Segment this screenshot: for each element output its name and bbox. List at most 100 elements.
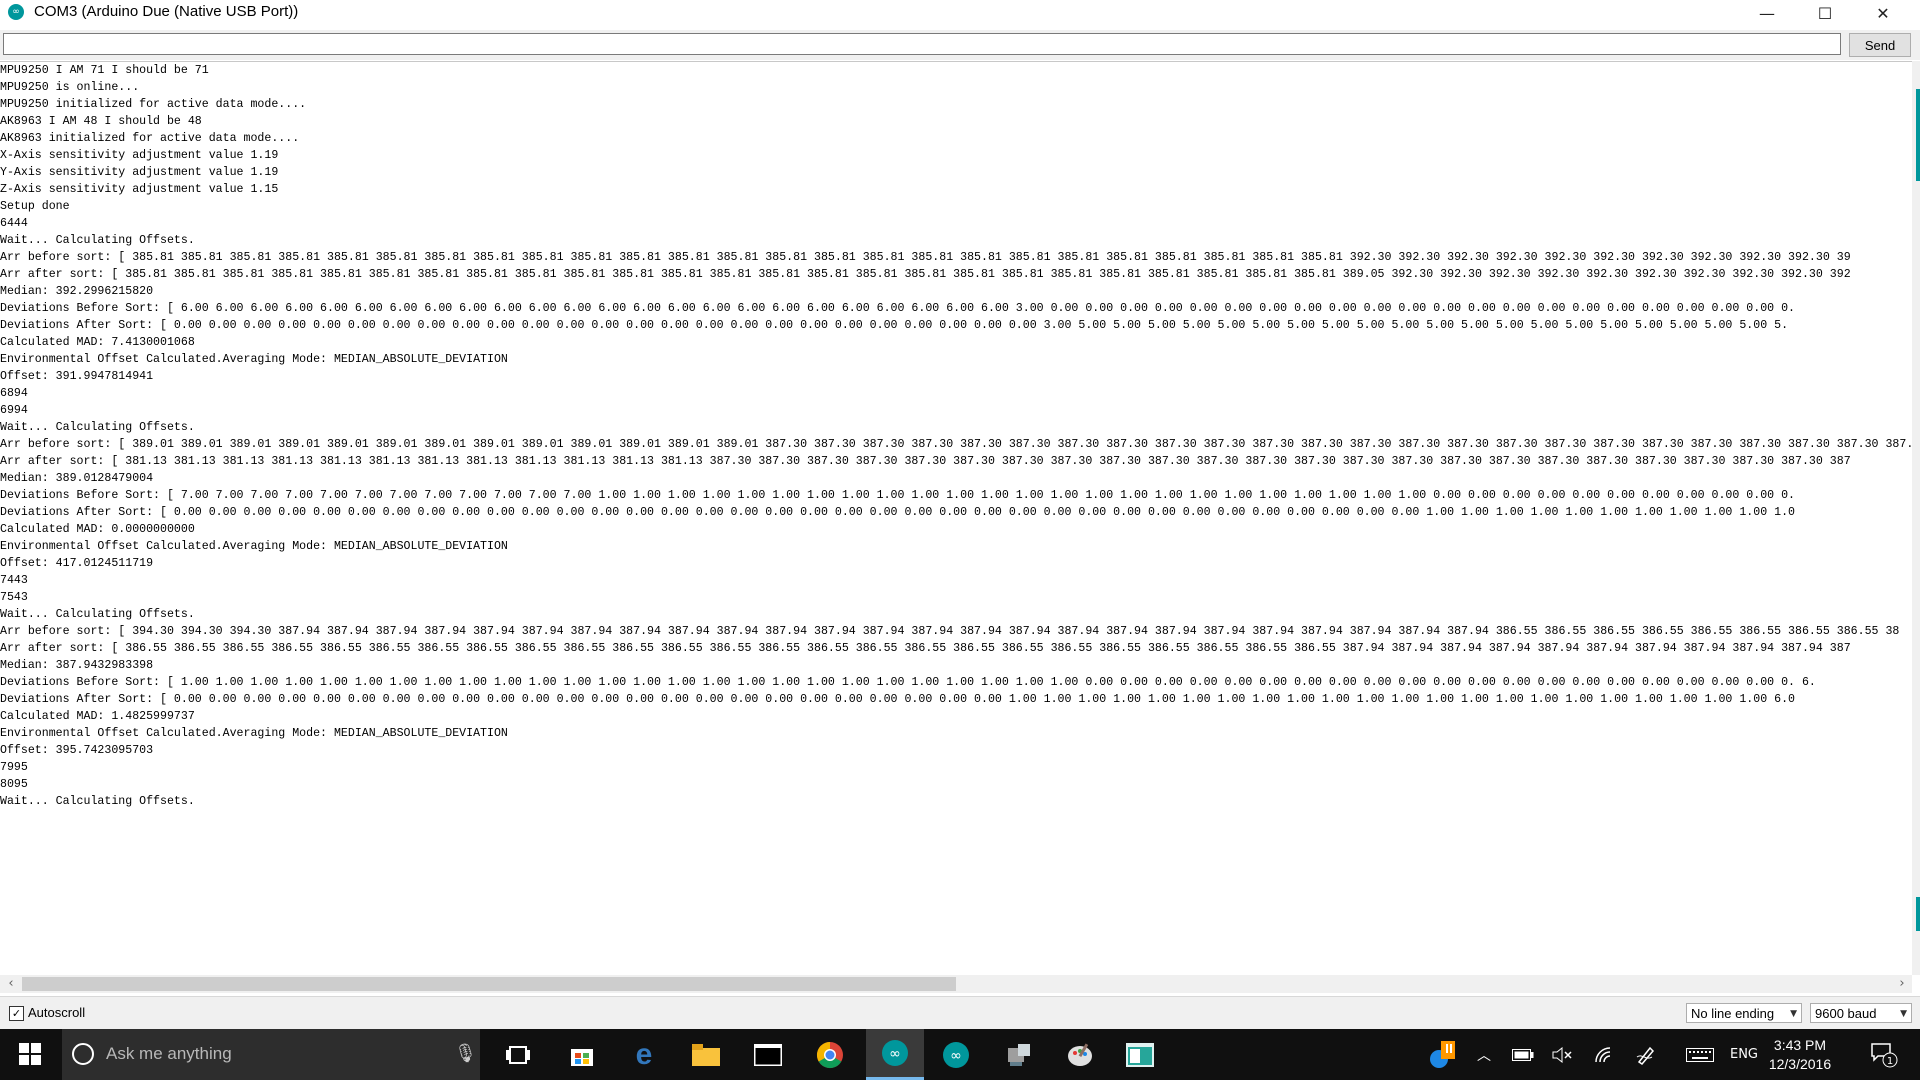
serial-line: Wait... Calculating Offsets. [0, 608, 195, 621]
app-window-icon[interactable] [1118, 1035, 1162, 1075]
notification-count: 1 [1887, 1056, 1893, 1067]
serial-line: 8095 [0, 778, 28, 791]
volume-muted-icon[interactable] [1548, 1029, 1578, 1080]
serial-line: Deviations After Sort: [ 0.00 0.00 0.00 … [0, 506, 1796, 519]
chevron-down-icon: ▼ [1790, 1009, 1797, 1019]
battery-icon[interactable] [1508, 1029, 1538, 1080]
serial-line: 6444 [0, 217, 28, 230]
svg-text:∞: ∞ [950, 1048, 962, 1064]
serial-line: Wait... Calculating Offsets. [0, 421, 195, 434]
serial-line: Deviations After Sort: [ 0.00 0.00 0.00 … [0, 319, 1789, 332]
serial-line: MPU9250 is online... [0, 81, 140, 94]
language-indicator[interactable]: ENG [1726, 1029, 1762, 1080]
autoscroll-label: Autoscroll [28, 1005, 86, 1020]
minimize-icon[interactable]: — [1738, 0, 1796, 30]
chrome-icon[interactable] [808, 1035, 852, 1075]
clock-time: 3:43 PM [1773, 1037, 1827, 1053]
paint-icon[interactable] [1058, 1035, 1102, 1075]
microphone-icon[interactable]: 🎙 [454, 1043, 477, 1064]
pen-icon[interactable] [1632, 1029, 1662, 1080]
serial-line: Arr after sort: [ 386.55 386.55 386.55 3… [0, 642, 1851, 655]
maximize-icon[interactable]: ☐ [1796, 0, 1854, 30]
line-ending-value: No line ending [1691, 1006, 1775, 1021]
keyboard-icon[interactable] [1682, 1029, 1718, 1080]
serial-line: Offset: 417.0124511719 [0, 557, 154, 570]
serial-line: Deviations Before Sort: [ 6.00 6.00 6.00… [0, 302, 1796, 315]
scroll-indicator-top [1916, 89, 1920, 181]
arduino-icon: ∞ [8, 4, 24, 20]
horizontal-scrollbar[interactable]: ‹ › [0, 975, 1912, 993]
serial-line: Environmental Offset Calculated.Averagin… [0, 727, 508, 740]
serial-line: MPU9250 I AM 71 I should be 71 [0, 64, 209, 77]
serial-line: Calculated MAD: 7.4130001068 [0, 336, 195, 349]
horizontal-scroll-thumb[interactable] [22, 977, 956, 991]
serial-line: AK8963 I AM 48 I should be 48 [0, 115, 202, 128]
serial-line: Calculated MAD: 0.0000000000 [0, 523, 195, 536]
search-placeholder: Ask me anything [106, 1044, 232, 1063]
serial-line: Offset: 391.9947814941 [0, 370, 154, 383]
serial-line: Arr before sort: [ 394.30 394.30 394.30 … [0, 625, 1900, 638]
serial-line: 7543 [0, 591, 28, 604]
serial-line: Wait... Calculating Offsets. [0, 795, 195, 808]
serial-line: Deviations After Sort: [ 0.00 0.00 0.00 … [0, 693, 1796, 706]
serial-line: Calculated MAD: 1.4825999737 [0, 710, 195, 723]
action-center-icon[interactable]: 1 [1862, 1029, 1906, 1080]
serial-line: Arr before sort: [ 389.01 389.01 389.01 … [0, 438, 1912, 451]
serial-line: Setup done [0, 200, 70, 213]
line-ending-select[interactable]: No line ending ▼ [1686, 1003, 1802, 1023]
status-bar: ✓ Autoscroll No line ending ▼ 9600 baud … [0, 996, 1920, 1029]
serial-line: 7443 [0, 574, 28, 587]
serial-line: Z-Axis sensitivity adjustment value 1.15 [0, 183, 279, 196]
svg-text:∞: ∞ [889, 1046, 901, 1062]
clock[interactable]: 3:43 PM 12/3/2016 [1760, 1036, 1840, 1074]
close-icon[interactable]: ✕ [1854, 0, 1912, 30]
store-icon[interactable] [560, 1035, 604, 1075]
command-prompt-icon[interactable] [746, 1035, 790, 1075]
vertical-scrollbar[interactable] [1912, 61, 1920, 975]
cortana-icon [72, 1043, 94, 1065]
file-explorer-icon[interactable] [684, 1035, 728, 1075]
start-button[interactable] [8, 1034, 52, 1074]
edge-icon[interactable]: e [622, 1035, 666, 1075]
serial-line: Median: 392.2996215820 [0, 285, 154, 298]
send-bar: Send [0, 30, 1920, 60]
windows-icon [19, 1043, 41, 1065]
chevron-up-icon[interactable]: ︿ [1472, 1029, 1496, 1080]
taskbar-search[interactable]: Ask me anything 🎙 [62, 1029, 480, 1080]
autoscroll-checkbox[interactable]: ✓ [9, 1006, 24, 1021]
serial-line: 6994 [0, 404, 28, 417]
serial-line: Median: 387.9432983398 [0, 659, 154, 672]
serial-line: Deviations Before Sort: [ 1.00 1.00 1.00… [0, 676, 1816, 689]
serial-line: MPU9250 initialized for active data mode… [0, 98, 307, 111]
baud-rate-value: 9600 baud [1815, 1006, 1877, 1021]
window-title: COM3 (Arduino Due (Native USB Port)) [34, 3, 299, 20]
serial-line: AK8963 initialized for active data mode.… [0, 132, 300, 145]
arduino-ide-icon[interactable]: ∞ [934, 1035, 978, 1075]
baud-rate-select[interactable]: 9600 baud ▼ [1810, 1003, 1912, 1023]
serial-line: Y-Axis sensitivity adjustment value 1.19 [0, 166, 279, 179]
task-view-icon[interactable] [496, 1035, 540, 1075]
notification-warning-icon[interactable] [1424, 1029, 1460, 1080]
clock-date: 12/3/2016 [1768, 1056, 1832, 1072]
serial-line: Arr after sort: [ 381.13 381.13 381.13 3… [0, 455, 1851, 468]
serial-input[interactable] [3, 33, 1841, 55]
serial-line: Environmental Offset Calculated.Averagin… [0, 540, 508, 553]
serial-output[interactable]: MPU9250 I AM 71 I should be 71 MPU9250 is… [0, 61, 1912, 976]
serial-line: Wait... Calculating Offsets. [0, 234, 195, 247]
serial-line: Environmental Offset Calculated.Averagin… [0, 353, 508, 366]
scroll-right-icon[interactable]: › [1893, 975, 1911, 993]
scroll-left-icon[interactable]: ‹ [2, 975, 20, 993]
device-manager-icon[interactable] [996, 1035, 1040, 1075]
serial-line: 6894 [0, 387, 28, 400]
serial-line: Arr before sort: [ 385.81 385.81 385.81 … [0, 251, 1851, 264]
title-bar: ∞ COM3 (Arduino Due (Native USB Port)) —… [0, 0, 1920, 30]
arduino-serial-monitor-icon[interactable]: ∞ [866, 1029, 924, 1080]
serial-line: Deviations Before Sort: [ 7.00 7.00 7.00… [0, 489, 1796, 502]
scroll-indicator-bottom [1916, 897, 1920, 931]
wifi-icon[interactable] [1590, 1029, 1620, 1080]
serial-line: 7995 [0, 761, 28, 774]
chevron-down-icon: ▼ [1900, 1009, 1907, 1019]
send-button[interactable]: Send [1849, 33, 1911, 57]
serial-line: X-Axis sensitivity adjustment value 1.19 [0, 149, 279, 162]
serial-line: Median: 389.0128479004 [0, 472, 154, 485]
